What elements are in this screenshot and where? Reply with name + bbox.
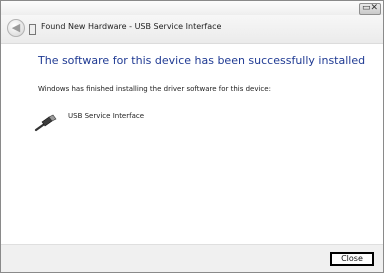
close-button[interactable]: Close — [330, 252, 374, 266]
back-arrow-icon: ◀ — [11, 21, 21, 34]
device-name: USB Service Interface — [68, 112, 145, 120]
installed-device-item: USB Service Interface — [34, 105, 234, 145]
dialog-footer: Close — [1, 244, 383, 272]
navigation-bar: ◀ Found New Hardware - USB Service Inter… — [1, 15, 383, 44]
dialog-title: Found New Hardware - USB Service Interfa… — [41, 22, 222, 31]
found-new-hardware-dialog: ▭✕ ◀ Found New Hardware - USB Service In… — [0, 0, 384, 273]
close-window-control[interactable]: ▭✕ — [359, 3, 381, 15]
hardware-icon — [29, 24, 36, 35]
success-heading: The software for this device has been su… — [38, 54, 366, 67]
usb-plug-icon — [34, 114, 57, 132]
back-button[interactable]: ◀ — [7, 19, 25, 37]
window-controls-glyph: ▭✕ — [361, 3, 379, 13]
title-bar: ▭✕ — [1, 1, 383, 15]
installation-description: Windows has finished installing the driv… — [38, 85, 271, 93]
